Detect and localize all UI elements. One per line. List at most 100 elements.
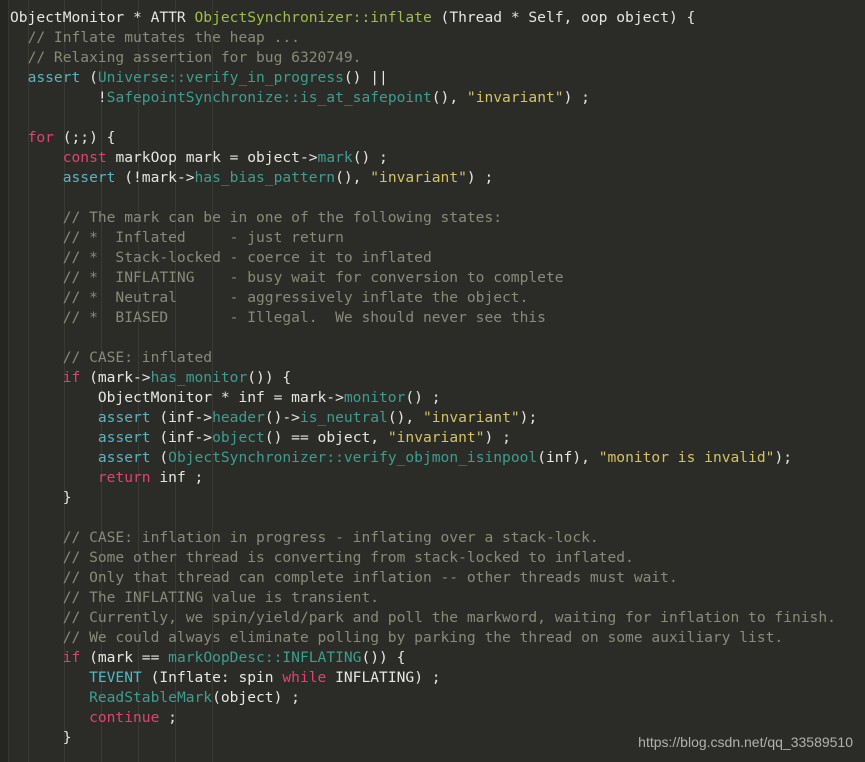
token-fn: ReadStableMark	[89, 689, 213, 706]
editor-gutter	[0, 0, 9, 762]
code-line[interactable]: return inf ;	[10, 468, 865, 488]
token-assert: assert	[97, 429, 151, 446]
code-line[interactable]: assert (inf->object() == object, "invari…	[10, 428, 865, 448]
token-keyword: return	[97, 469, 151, 486]
token-fn: markOopDesc::INFLATING	[168, 649, 362, 666]
token-plain: inf ;	[150, 469, 204, 486]
token-plain: (!mark->	[115, 169, 195, 186]
code-line[interactable]: // Relaxing assertion for bug 6320749.	[10, 48, 865, 68]
token-plain: (	[80, 69, 98, 86]
code-line[interactable]: if (mark->has_monitor()) {	[10, 368, 865, 388]
code-line[interactable]: // Inflate mutates the heap ...	[10, 28, 865, 48]
token-plain: (),	[431, 89, 467, 106]
token-plain: );	[519, 409, 538, 426]
token-comment: // Only that thread can complete inflati…	[10, 569, 678, 586]
token-keyword: if	[62, 649, 81, 666]
code-line[interactable]: // Only that thread can complete inflati…	[10, 568, 865, 588]
token-plain: (	[150, 449, 169, 466]
token-string: "invariant"	[423, 409, 520, 426]
token-fn: Universe::verify_in_progress	[97, 69, 344, 86]
code-line[interactable]	[10, 328, 865, 348]
token-assert: TEVENT	[89, 669, 142, 686]
code-line[interactable]: // CASE: inflation in progress - inflati…	[10, 528, 865, 548]
token-fn: object	[212, 429, 265, 446]
code-line[interactable]: ObjectMonitor * ATTR ObjectSynchronizer:…	[10, 8, 865, 28]
token-type: ObjectSynchronizer::inflate	[194, 9, 432, 26]
code-line[interactable]: }	[10, 488, 865, 508]
token-plain: (),	[387, 409, 424, 426]
code-editor-viewport[interactable]: ObjectMonitor * ATTR ObjectSynchronizer:…	[0, 0, 865, 762]
code-line[interactable]: // We could always eliminate polling by …	[10, 628, 865, 648]
code-line[interactable]: assert (Universe::verify_in_progress() |…	[10, 68, 865, 88]
token-plain: (mark->	[80, 369, 151, 386]
code-line[interactable]: // The INFLATING value is transient.	[10, 588, 865, 608]
code-line[interactable]	[10, 188, 865, 208]
token-plain: (inf->	[150, 429, 213, 446]
token-plain: ) ;	[484, 429, 511, 446]
watermark-url: https://blog.csdn.net/qq_33589510	[638, 734, 853, 750]
code-line[interactable]: // Some other thread is converting from …	[10, 548, 865, 568]
code-line[interactable]: !SafepointSynchronize::is_at_safepoint()…	[10, 88, 865, 108]
token-plain: (inf),	[537, 449, 599, 466]
code-line[interactable]: for (;;) {	[10, 128, 865, 148]
code-line[interactable]: // * BIASED - Illegal. We should never s…	[10, 308, 865, 328]
token-plain: (;;) {	[53, 129, 116, 146]
token-plain: () ||	[343, 69, 388, 86]
code-line[interactable]: assert (ObjectSynchronizer::verify_objmo…	[10, 448, 865, 468]
code-line[interactable]: // * Inflated - just return	[10, 228, 865, 248]
token-plain: markOop mark = object->	[106, 149, 318, 166]
code-line[interactable]: TEVENT (Inflate: spin while INFLATING) ;	[10, 668, 865, 688]
token-assert: assert	[97, 449, 151, 466]
token-fn: is_neutral	[299, 409, 388, 426]
code-line[interactable]: const markOop mark = object->mark() ;	[10, 148, 865, 168]
token-plain: ()->	[264, 409, 300, 426]
code-line[interactable]: // CASE: inflated	[10, 348, 865, 368]
code-line[interactable]: // Currently, we spin/yield/park and pol…	[10, 608, 865, 628]
token-plain: ) ;	[563, 89, 590, 106]
token-comment: // We could always eliminate polling by …	[10, 629, 784, 646]
token-comment: // * Neutral - aggressively inflate the …	[10, 289, 529, 306]
token-plain: ()) {	[247, 369, 292, 386]
code-line[interactable]	[10, 508, 865, 528]
code-line[interactable]: assert (inf->header()->is_neutral(), "in…	[10, 408, 865, 428]
token-comment: // Some other thread is converting from …	[10, 549, 634, 566]
code-line[interactable]: assert (!mark->has_bias_pattern(), "inva…	[10, 168, 865, 188]
token-comment: // The mark can be in one of the followi…	[10, 209, 503, 226]
token-keyword: const	[62, 149, 107, 166]
token-fn: has_bias_pattern	[194, 169, 336, 186]
code-line[interactable]: // * Neutral - aggressively inflate the …	[10, 288, 865, 308]
code-line[interactable]	[10, 108, 865, 128]
code-line[interactable]: if (mark == markOopDesc::INFLATING()) {	[10, 648, 865, 668]
token-plain: (Thread * Self, oop object) {	[431, 9, 696, 26]
token-plain: (inf->	[150, 409, 213, 426]
code-line[interactable]: // * INFLATING - busy wait for conversio…	[10, 268, 865, 288]
token-comment: // CASE: inflated	[10, 349, 213, 366]
token-plain: }	[10, 489, 72, 506]
token-comment: // * INFLATING - busy wait for conversio…	[10, 269, 564, 286]
code-content[interactable]: ObjectMonitor * ATTR ObjectSynchronizer:…	[10, 8, 865, 748]
token-plain: }	[10, 729, 72, 746]
token-plain: (object) ;	[212, 689, 300, 706]
code-line[interactable]: ObjectMonitor * inf = mark->monitor() ;	[10, 388, 865, 408]
code-line[interactable]: continue ;	[10, 708, 865, 728]
code-line[interactable]: // The mark can be in one of the followi…	[10, 208, 865, 228]
token-plain: (mark ==	[80, 649, 169, 666]
token-comment: // Currently, we spin/yield/park and pol…	[10, 609, 836, 626]
token-fn: SafepointSynchronize::is_at_safepoint	[106, 89, 432, 106]
token-plain: (),	[335, 169, 371, 186]
code-line[interactable]: // * Stack-locked - coerce it to inflate…	[10, 248, 865, 268]
token-assert: assert	[97, 409, 151, 426]
token-string: "invariant"	[370, 169, 467, 186]
code-line[interactable]: ReadStableMark(object) ;	[10, 688, 865, 708]
token-plain: ObjectMonitor * inf = mark->	[10, 389, 344, 406]
token-plain: INFLATING) ;	[326, 669, 441, 686]
token-string: "invariant"	[387, 429, 485, 446]
